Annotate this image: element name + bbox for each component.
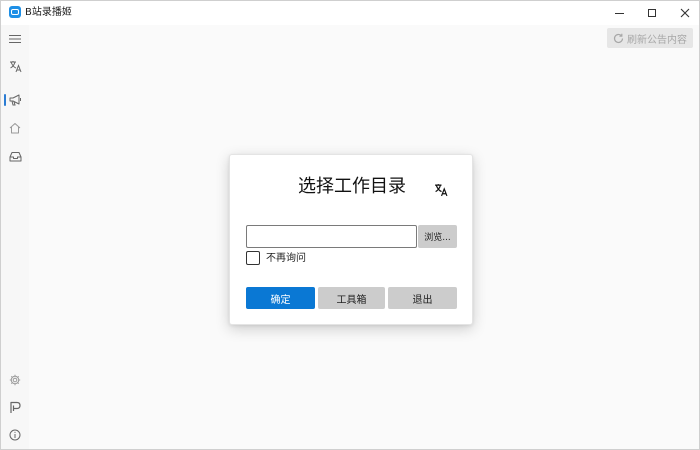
hamburger-icon: [9, 35, 21, 43]
sidebar-item-menu[interactable]: [1, 26, 29, 52]
sidebar-item-language[interactable]: [1, 53, 29, 79]
sidebar-item-about[interactable]: [1, 422, 29, 448]
app-window: B站录播姬 刷新公告内容 选择工作目录 浏览... 不再询问 确定 工具箱 退出: [0, 0, 700, 450]
sidebar-item-settings[interactable]: [1, 367, 29, 393]
bilibili-tv-icon: [9, 6, 21, 18]
refresh-announcement-button[interactable]: 刷新公告内容: [607, 28, 693, 48]
dialog-language-button[interactable]: [434, 182, 448, 197]
home-icon: [9, 123, 21, 134]
minimize-button[interactable]: [601, 1, 637, 25]
dont-ask-again-label[interactable]: 不再询问: [266, 252, 306, 265]
confirm-button[interactable]: 确定: [246, 287, 315, 309]
sidebar-nav: [1, 25, 29, 449]
sidebar-item-announcement[interactable]: [1, 87, 29, 113]
gear-icon: [9, 374, 21, 386]
close-icon: [680, 8, 690, 18]
select-workdir-dialog: 选择工作目录 浏览... 不再询问 确定 工具箱 退出: [229, 154, 473, 325]
workdir-path-input[interactable]: [246, 225, 417, 248]
inbox-icon: [9, 151, 21, 161]
refresh-label: 刷新公告内容: [627, 34, 687, 46]
maximize-button[interactable]: [634, 1, 670, 25]
dont-ask-again-checkbox[interactable]: [246, 251, 260, 265]
minimize-icon: [614, 12, 624, 14]
close-button[interactable]: [667, 1, 699, 25]
toolbox-button[interactable]: 工具箱: [318, 287, 385, 309]
maximize-icon: [648, 9, 656, 17]
info-icon: [9, 429, 21, 441]
log-icon: [10, 401, 21, 413]
sidebar-item-log[interactable]: [1, 394, 29, 420]
browse-button[interactable]: 浏览...: [418, 225, 457, 248]
title-bar[interactable]: B站录播姬: [1, 1, 699, 25]
translate-icon: [9, 60, 21, 72]
exit-button[interactable]: 退出: [388, 287, 457, 309]
sidebar-item-home[interactable]: [1, 115, 29, 141]
translate-icon: [435, 184, 448, 197]
app-title: B站录播姬: [25, 7, 72, 18]
megaphone-icon: [9, 94, 21, 106]
refresh-icon: [613, 33, 624, 43]
sidebar-item-rooms[interactable]: [1, 143, 29, 169]
